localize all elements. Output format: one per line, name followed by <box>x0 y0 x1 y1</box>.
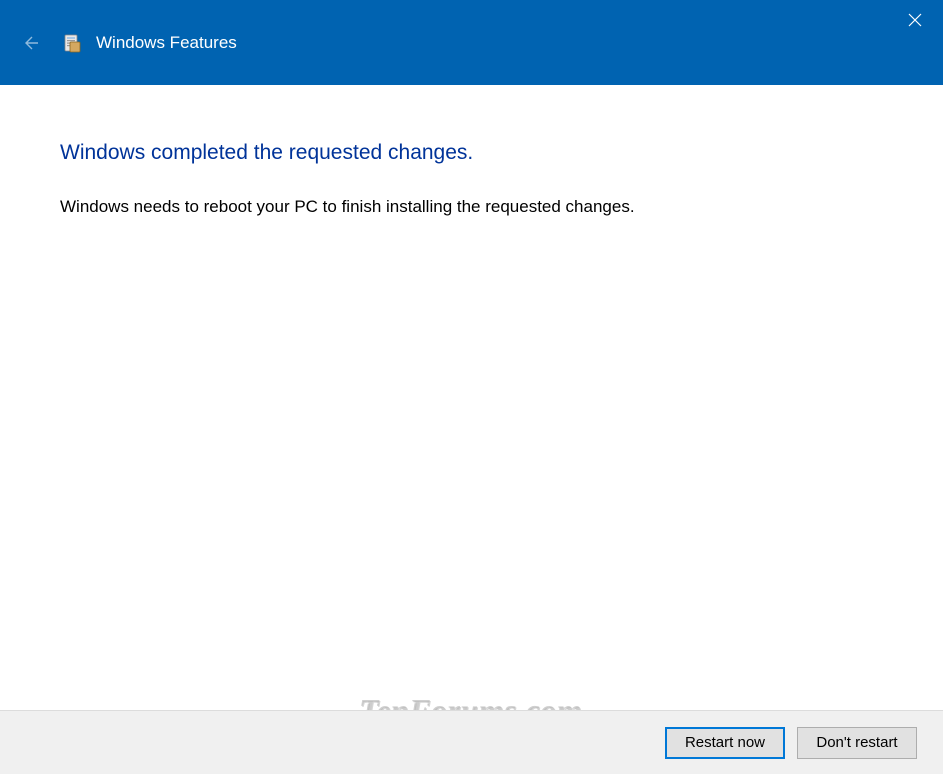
page-heading: Windows completed the requested changes. <box>60 141 883 165</box>
content-area: Windows completed the requested changes.… <box>0 85 943 217</box>
footer: Restart now Don't restart <box>0 710 943 774</box>
windows-features-icon <box>62 33 82 53</box>
dont-restart-button[interactable]: Don't restart <box>797 727 917 759</box>
close-button[interactable] <box>887 0 943 40</box>
restart-now-button[interactable]: Restart now <box>665 727 785 759</box>
window-title: Windows Features <box>96 33 237 53</box>
close-icon <box>908 13 922 27</box>
titlebar: Windows Features <box>0 0 943 85</box>
back-button[interactable] <box>20 33 40 53</box>
body-message: Windows needs to reboot your PC to finis… <box>60 197 883 217</box>
